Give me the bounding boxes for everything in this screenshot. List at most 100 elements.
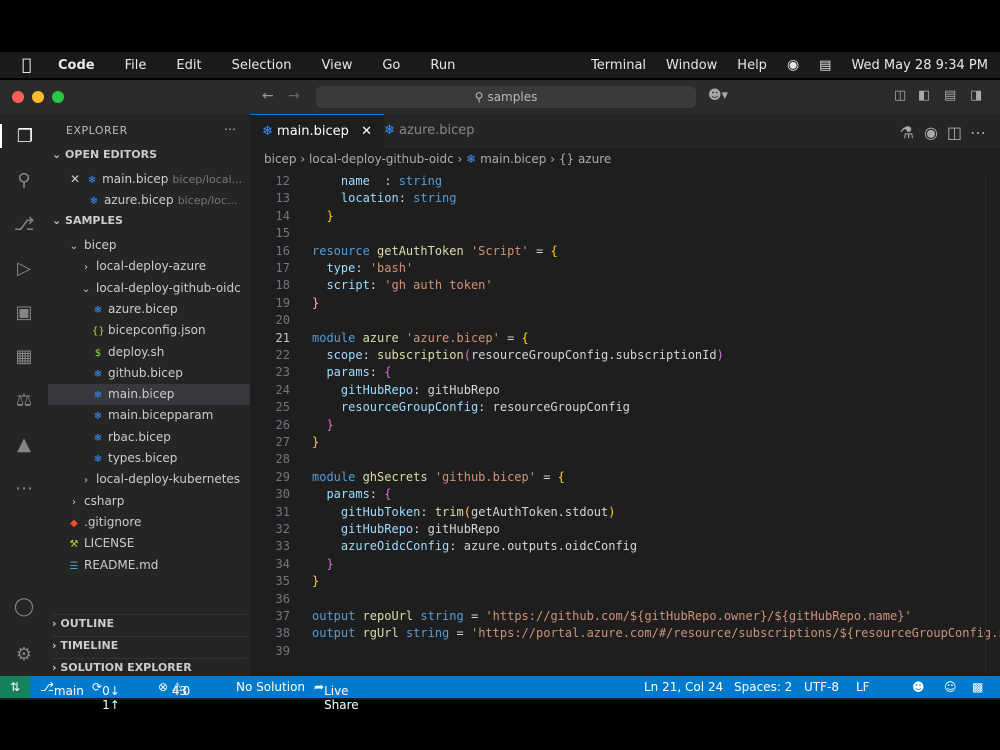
status-bar: ⇅ ⎇ main ⟳ 0↓ 1↑ ⊗ 43 ⚠ 0 No Solution ➦ … [0,676,1000,712]
solution-status[interactable]: No Solution [236,680,305,694]
layout-icon[interactable]: ◫ [894,88,906,103]
line-number: 31 [275,504,290,519]
timeline-header[interactable]: › TIMELINE [52,636,246,652]
command-center-search[interactable]: ⚲ samples [316,86,696,108]
code-line: azureOidcConfig: azure.outputs.oidcConfi… [312,539,638,554]
tree-item-label: azure.bicep [108,301,178,316]
menu-selection[interactable]: Selection [232,58,292,73]
menu-terminal[interactable]: Terminal [591,58,646,73]
back-arrow-icon[interactable]: ← [262,88,274,104]
encoding[interactable]: UTF-8 [804,680,839,694]
open-editors-header[interactable]: ⌄ OPEN EDITORS [52,148,157,161]
end-of-line[interactable]: LF [856,680,870,694]
live-share-button[interactable]: ➦ Live Share [314,680,359,712]
menu-view[interactable]: View [321,58,352,73]
chevron-right-icon: › [84,475,88,487]
breadcrumb-item[interactable]: bicep [264,152,297,166]
samples-folder-header[interactable]: ⌄ SAMPLES [52,214,123,227]
problems-indicator[interactable]: ⊗ 43 ⚠ 0 [158,680,190,698]
indentation[interactable]: Spaces: 2 [734,680,792,694]
tree-folder[interactable]: ⌄ local-deploy-github-oidc [48,278,282,299]
line-number: 24 [275,382,290,397]
account-icon[interactable]: ◯ [12,594,36,618]
bicep-file-icon: ❄ [93,368,103,380]
git-sync[interactable]: ⟳ 0↓ 1↑ [92,680,120,712]
menu-file[interactable]: File [125,58,147,73]
line-number: 27 [275,435,290,449]
git-branch[interactable]: ⎇ main [40,680,84,698]
copilot-status-icon[interactable]: ☻ [912,680,925,694]
run-debug-icon[interactable]: ▷ [12,256,36,280]
control-center-icon[interactable]: ▤ [819,58,831,73]
code-line: } [312,435,320,449]
explorer-icon[interactable]: ❐ [0,124,48,148]
chevron-down-icon: ⌄ [69,241,79,252]
forward-arrow-icon[interactable]: → [288,88,300,104]
feedback-icon[interactable]: ☺ [944,680,957,694]
visualize-icon[interactable]: ⚗ [900,123,914,142]
menu-edit[interactable]: Edit [176,58,201,73]
tree-file[interactable]: ⚒ LICENSE [48,533,270,554]
extensions-icon[interactable]: ▦ [12,344,36,368]
tree-folder[interactable]: ⌄ bicep [48,235,270,256]
bicep-file-icon: ❄ [89,196,99,207]
bicep-file-icon: ❄ [93,411,103,423]
breadcrumb-item[interactable]: {} azure [559,152,611,166]
menu-window[interactable]: Window [666,58,717,73]
notifications-icon[interactable]: ▩ [972,680,983,694]
record-icon[interactable]: ◉ [787,57,799,73]
preview-icon[interactable]: ◉ [924,123,938,142]
remote-indicator-icon[interactable]: ⇅ [0,676,30,698]
tab-main-bicep[interactable]: ❄ main.bicep ✕ [250,114,384,149]
source-control-icon[interactable]: ⎇ [12,212,36,236]
menu-code[interactable]: Code [58,58,95,73]
minimize-window-button[interactable] [32,91,44,103]
toggle-panel-icon[interactable]: ▤ [944,88,956,103]
toggle-sidebar-icon[interactable]: ◧ [918,88,930,103]
toggle-secondary-sidebar-icon[interactable]: ◨ [970,88,982,103]
settings-gear-icon[interactable]: ⚙ [12,642,36,666]
close-window-button[interactable] [12,91,24,103]
remote-explorer-icon[interactable]: ▣ [12,300,36,324]
split-editor-icon[interactable]: ◫ [947,123,962,142]
code-line: output rgUrl string = 'https://portal.az… [312,626,1000,641]
testing-icon[interactable]: ⚖ [12,388,36,412]
more-actions-icon[interactable]: ⋯ [970,123,986,142]
chevron-right-icon: › [72,496,76,508]
tree-file[interactable]: ☰ README.md [48,555,270,576]
outline-header[interactable]: › OUTLINE [52,614,246,630]
close-icon[interactable]: ✕ [70,172,80,186]
more-actions-icon[interactable]: ⋯ [224,122,236,136]
menu-help[interactable]: Help [737,58,767,73]
tree-folder[interactable]: › csharp [48,491,270,512]
menu-run[interactable]: Run [430,58,455,73]
zoom-window-button[interactable] [52,91,64,103]
breadcrumb-item[interactable]: local-deploy-github-oidc [309,152,454,166]
copilot-icon[interactable]: ☻▾ [708,88,728,103]
close-tab-icon[interactable]: ✕ [361,124,372,139]
open-editor-item[interactable]: ✕ ❄ main.bicep bicep/local... [48,169,272,190]
apple-icon[interactable]:  [22,57,38,73]
cursor-position[interactable]: Ln 21, Col 24 [644,680,723,694]
tree-folder[interactable]: › local-deploy-azure [48,256,282,277]
more-icon[interactable]: ⋯ [12,476,36,500]
tree-folder[interactable]: › local-deploy-kubernetes [48,469,282,490]
line-number: 28 [275,452,290,467]
tree-item-label: bicepconfig.json [108,323,206,338]
menubar-clock[interactable]: Wed May 28 9:34 PM [851,58,988,73]
azure-icon[interactable]: ▲ [12,432,36,456]
code-line: resource getAuthToken 'Script' = { [312,243,558,258]
tree-item-label: main.bicepparam [108,408,214,423]
code-line: gitHubRepo: gitHubRepo [312,522,500,536]
search-icon[interactable]: ⚲ [12,168,36,192]
tab-azure-bicep[interactable]: ❄ azure.bicep [372,114,487,148]
tree-file[interactable]: ◆ .gitignore [48,512,270,533]
breadcrumb-item[interactable]: main.bicep [480,152,546,166]
macos-menubar:  Code File Edit Selection View Go Run T… [0,52,1000,78]
line-number: 15 [275,226,290,241]
line-number: 34 [275,556,290,571]
menu-go[interactable]: Go [382,58,400,73]
solution-explorer-header[interactable]: › SOLUTION EXPLORER [52,658,246,674]
editor-scrollbar[interactable] [985,174,1000,674]
code-line: } [312,574,320,589]
